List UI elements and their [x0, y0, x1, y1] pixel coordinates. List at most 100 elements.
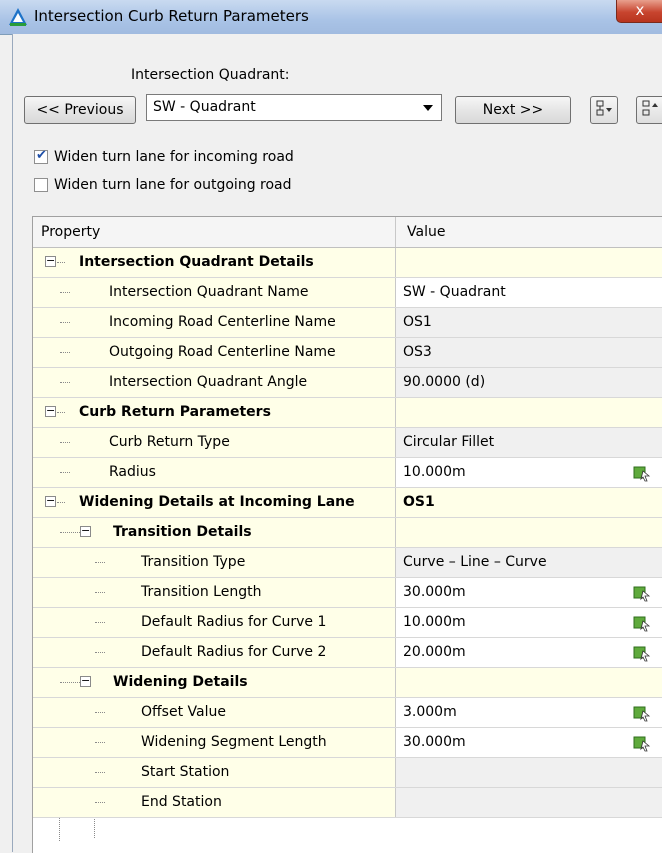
pick-from-drawing-icon[interactable]: [633, 704, 651, 722]
value-text: OS1: [403, 494, 435, 510]
categorized-view-button[interactable]: [590, 96, 618, 124]
value-cell: OS1: [396, 308, 662, 337]
tree-connector: [60, 352, 70, 353]
property-label: End Station: [141, 794, 222, 810]
checkbox-box[interactable]: ✔: [34, 148, 48, 164]
grid-row[interactable]: Incoming Road Centerline Name OS1: [33, 308, 662, 338]
checkbox-box[interactable]: [34, 178, 48, 192]
tree-connector: [95, 772, 105, 773]
grid-row[interactable]: Intersection Quadrant Angle 90.0000 (d): [33, 368, 662, 398]
window-title: Intersection Curb Return Parameters: [34, 7, 309, 25]
category-label: Intersection Quadrant Details: [79, 254, 314, 270]
value-cell[interactable]: 30.000m: [396, 728, 662, 757]
pick-from-drawing-icon[interactable]: [633, 614, 651, 632]
grid-row[interactable]: Intersection Quadrant Name SW - Quadrant: [33, 278, 662, 308]
property-label: Default Radius for Curve 2: [141, 644, 327, 660]
value-text: SW - Quadrant: [403, 284, 506, 300]
collapse-icon[interactable]: −: [45, 405, 56, 417]
close-button[interactable]: x: [616, 0, 662, 23]
grid-category-row[interactable]: − Transition Details: [33, 518, 662, 548]
value-cell: OS3: [396, 338, 662, 367]
grid-category-row[interactable]: − Widening Details: [33, 668, 662, 698]
property-column-header[interactable]: Property: [41, 224, 100, 240]
value-text: 30.000m: [403, 734, 466, 750]
value-text: 10.000m: [403, 614, 466, 630]
tree-connector: [60, 472, 70, 473]
alphabetical-view-button[interactable]: [636, 96, 662, 124]
previous-button[interactable]: << Previous: [24, 96, 136, 124]
checkmark-icon: ✔: [36, 148, 47, 163]
value-cell: Circular Fillet: [396, 428, 662, 457]
grid-category-row[interactable]: − Curb Return Parameters: [33, 398, 662, 428]
grid-row[interactable]: Start Station: [33, 758, 662, 788]
pick-from-drawing-icon[interactable]: [633, 464, 651, 482]
grid-row[interactable]: End Station: [33, 788, 662, 818]
category-label: Curb Return Parameters: [79, 404, 271, 420]
property-cell: Transition Type: [33, 548, 396, 577]
tree-connector: [95, 592, 105, 593]
property-label: Radius: [109, 464, 156, 480]
grid-row[interactable]: Default Radius for Curve 2 20.000m: [33, 638, 662, 668]
value-cell: Curve – Line – Curve: [396, 548, 662, 577]
value-text: 3.000m: [403, 704, 457, 720]
property-label: Outgoing Road Centerline Name: [109, 344, 336, 360]
pick-from-drawing-icon[interactable]: [633, 734, 651, 752]
value-cell[interactable]: 20.000m: [396, 638, 662, 667]
value-cell: [396, 758, 662, 787]
property-grid: Property Value − Intersection Quadrant D…: [32, 216, 662, 853]
value-cell[interactable]: 10.000m: [396, 458, 662, 487]
tree-connector: [95, 712, 105, 713]
value-cell: [396, 518, 662, 547]
grid-row[interactable]: Transition Length 30.000m: [33, 578, 662, 608]
tree-connector: [95, 742, 105, 743]
grid-row[interactable]: Default Radius for Curve 1 10.000m: [33, 608, 662, 638]
grid-row[interactable]: Radius 10.000m: [33, 458, 662, 488]
column-divider[interactable]: [395, 217, 396, 247]
value-cell[interactable]: 3.000m: [396, 698, 662, 727]
category-label: Widening Details at Incoming Lane: [79, 494, 355, 510]
property-cell: − Transition Details: [33, 518, 396, 547]
value-cell: [396, 248, 662, 277]
property-cell: − Widening Details at Incoming Lane: [33, 488, 396, 517]
value-cell: [396, 398, 662, 427]
property-cell: Outgoing Road Centerline Name: [33, 338, 396, 367]
grid-row[interactable]: Transition Type Curve – Line – Curve: [33, 548, 662, 578]
grid-row[interactable]: Outgoing Road Centerline Name OS3: [33, 338, 662, 368]
alphabetical-view-icon: [642, 100, 658, 116]
property-label: Incoming Road Centerline Name: [109, 314, 336, 330]
collapse-icon[interactable]: −: [45, 255, 56, 267]
app-logo-icon: [9, 8, 27, 26]
pick-from-drawing-icon[interactable]: [633, 584, 651, 602]
tree-connector: [60, 322, 70, 323]
pick-from-drawing-icon[interactable]: [633, 644, 651, 662]
grid-row[interactable]: Curb Return Type Circular Fillet: [33, 428, 662, 458]
property-label: Curb Return Type: [109, 434, 230, 450]
value-text: OS1: [403, 314, 432, 330]
next-button[interactable]: Next >>: [455, 96, 571, 124]
tree-connector: [95, 562, 105, 563]
quadrant-select-value: SW - Quadrant: [153, 99, 256, 115]
collapse-icon[interactable]: −: [45, 495, 56, 507]
title-bar: Intersection Curb Return Parameters x: [0, 0, 662, 35]
value-cell[interactable]: SW - Quadrant: [396, 278, 662, 307]
property-cell: Default Radius for Curve 1: [33, 608, 396, 637]
collapse-icon[interactable]: −: [80, 525, 91, 537]
value-text: 20.000m: [403, 644, 466, 660]
categorized-view-icon: [596, 100, 612, 116]
value-cell[interactable]: 10.000m: [396, 608, 662, 637]
grid-row[interactable]: Widening Segment Length 30.000m: [33, 728, 662, 758]
property-cell: − Curb Return Parameters: [33, 398, 396, 427]
collapse-icon[interactable]: −: [80, 675, 91, 687]
tree-connector: [60, 442, 70, 443]
value-column-header[interactable]: Value: [407, 224, 445, 240]
grid-category-row[interactable]: − Intersection Quadrant Details: [33, 248, 662, 278]
value-cell: [396, 788, 662, 817]
tree-connector: [95, 622, 105, 623]
grid-category-row[interactable]: − Widening Details at Incoming Lane OS1: [33, 488, 662, 518]
grid-row[interactable]: Offset Value 3.000m: [33, 698, 662, 728]
tree-connector: [95, 802, 105, 803]
tree-connector: [60, 682, 80, 683]
value-cell[interactable]: 30.000m: [396, 578, 662, 607]
quadrant-select[interactable]: SW - Quadrant: [146, 94, 442, 121]
tree-connector: [60, 532, 80, 533]
